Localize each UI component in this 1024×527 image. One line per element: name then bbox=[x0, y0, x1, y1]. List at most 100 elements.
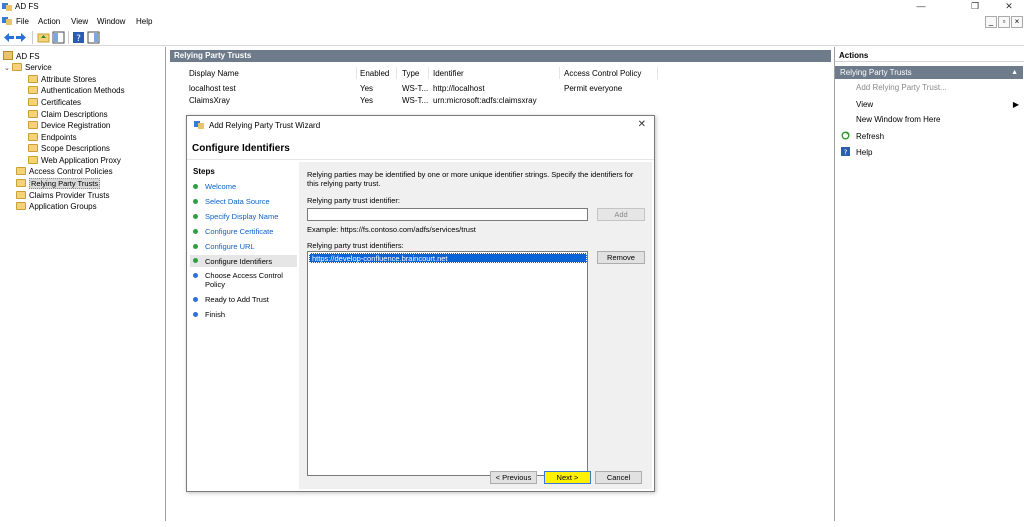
cell-access-control-policy: Permit everyone bbox=[564, 84, 623, 93]
cell-identifier: http://localhost bbox=[433, 84, 485, 93]
tree-item-device-registration[interactable]: Device Registration bbox=[28, 120, 110, 131]
up-folder-icon[interactable] bbox=[37, 31, 50, 44]
chevron-down-icon[interactable]: ⌄ bbox=[4, 63, 12, 74]
cancel-button[interactable]: Cancel bbox=[595, 471, 642, 484]
tree-item-service[interactable]: ⌄ Service bbox=[4, 62, 52, 73]
column-divider[interactable] bbox=[559, 67, 560, 79]
restore-window-button[interactable]: ❐ bbox=[960, 0, 990, 14]
dialog-heading: Configure Identifiers bbox=[192, 143, 290, 154]
folder-icon bbox=[28, 110, 38, 118]
tree-item-adfs[interactable]: AD FS bbox=[3, 51, 40, 62]
tree-item-certificates[interactable]: Certificates bbox=[28, 97, 81, 108]
refresh-icon bbox=[841, 131, 850, 140]
mdi-minimize-button[interactable]: _ bbox=[985, 16, 997, 28]
column-identifier[interactable]: Identifier bbox=[433, 69, 464, 78]
column-access-control-policy[interactable]: Access Control Policy bbox=[564, 69, 641, 78]
tree-item-access-control-policies[interactable]: Access Control Policies bbox=[16, 166, 113, 177]
tree-item-endpoints[interactable]: Endpoints bbox=[28, 132, 77, 143]
folder-icon bbox=[28, 86, 38, 94]
folder-icon bbox=[28, 98, 38, 106]
mmc-console-icon[interactable] bbox=[2, 16, 12, 26]
tree-item-relying-party-trusts[interactable]: Relying Party Trusts bbox=[16, 178, 101, 189]
remove-identifier-button[interactable]: Remove bbox=[597, 251, 645, 264]
mdi-close-button[interactable]: × bbox=[1011, 16, 1023, 28]
tree-item-attribute-stores[interactable]: Attribute Stores bbox=[28, 74, 96, 85]
column-divider[interactable] bbox=[356, 67, 357, 79]
folder-icon bbox=[28, 156, 38, 164]
column-display-name[interactable]: Display Name bbox=[189, 69, 239, 78]
column-divider[interactable] bbox=[396, 67, 397, 79]
show-hide-action-pane-icon[interactable] bbox=[87, 31, 100, 44]
identifiers-list-label: Relying party trust identifiers: bbox=[307, 241, 404, 250]
tree-item-scope-descriptions[interactable]: Scope Descriptions bbox=[28, 143, 110, 154]
wizard-icon bbox=[194, 121, 204, 129]
step-pending-dot-icon bbox=[193, 297, 198, 302]
folder-icon bbox=[16, 202, 26, 210]
dialog-titlebar: Add Relying Party Trust Wizard ✕ bbox=[187, 116, 654, 134]
console-tree: AD FS ⌄ Service Attribute Stores Authenti… bbox=[0, 47, 166, 527]
column-divider[interactable] bbox=[657, 67, 658, 79]
action-new-window-from-here[interactable]: New Window from Here bbox=[856, 115, 940, 124]
step-pending-dot-icon bbox=[193, 273, 198, 278]
submenu-arrow-icon[interactable]: ▶ bbox=[1013, 100, 1019, 109]
toolbar-separator bbox=[32, 31, 33, 44]
forward-arrow-icon[interactable] bbox=[15, 31, 28, 44]
action-add-relying-party-trust[interactable]: Add Relying Party Trust... bbox=[856, 83, 947, 92]
column-divider[interactable] bbox=[428, 67, 429, 79]
adfs-app-icon bbox=[2, 3, 12, 11]
action-help[interactable]: Help bbox=[856, 148, 872, 157]
tree-item-claim-descriptions[interactable]: Claim Descriptions bbox=[28, 109, 108, 120]
column-enabled[interactable]: Enabled bbox=[360, 69, 389, 78]
relying-party-identifier-input[interactable] bbox=[307, 208, 588, 221]
tree-item-authentication-methods[interactable]: Authentication Methods bbox=[28, 85, 125, 96]
action-refresh[interactable]: Refresh bbox=[856, 132, 884, 141]
folder-icon bbox=[28, 121, 38, 129]
step-pending-dot-icon bbox=[193, 312, 198, 317]
previous-button[interactable]: < Previous bbox=[490, 471, 537, 484]
svg-text:?: ? bbox=[844, 149, 848, 157]
mdi-restore-button[interactable]: ▫ bbox=[998, 16, 1010, 28]
menu-file[interactable]: File bbox=[16, 17, 29, 26]
svg-text:?: ? bbox=[76, 34, 81, 44]
window-title: AD FS bbox=[15, 2, 39, 11]
add-identifier-button[interactable]: Add bbox=[597, 208, 645, 221]
back-arrow-icon[interactable] bbox=[2, 31, 15, 44]
menu-window[interactable]: Window bbox=[97, 17, 125, 26]
window-titlebar: AD FS — ❐ ✕ bbox=[0, 0, 1024, 14]
menu-help[interactable]: Help bbox=[136, 17, 152, 26]
step-complete-dot-icon bbox=[193, 199, 198, 204]
example-text: Example: https://fs.contoso.com/adfs/ser… bbox=[307, 225, 476, 234]
close-window-button[interactable]: ✕ bbox=[994, 0, 1024, 14]
folder-icon bbox=[28, 144, 38, 152]
column-type[interactable]: Type bbox=[402, 69, 419, 78]
folder-icon bbox=[16, 167, 26, 175]
actions-pane: Actions Relying Party Trusts ▲ Add Relyi… bbox=[834, 47, 1024, 527]
toolbar: ? bbox=[0, 29, 1024, 46]
action-view[interactable]: View bbox=[856, 100, 873, 109]
cell-identifier: urn:microsoft:adfs:claimsxray bbox=[433, 96, 537, 105]
minimize-window-button[interactable]: — bbox=[906, 0, 936, 14]
tree-item-application-groups[interactable]: Application Groups bbox=[16, 201, 97, 212]
next-button[interactable]: Next > bbox=[544, 471, 591, 484]
step-complete-dot-icon bbox=[193, 244, 198, 249]
help-icon[interactable]: ? bbox=[72, 31, 85, 44]
menu-view[interactable]: View bbox=[71, 17, 88, 26]
actions-section-relying-party-trusts[interactable]: Relying Party Trusts ▲ bbox=[835, 66, 1023, 79]
identifiers-listbox[interactable]: https://develop-confluence.braincourt.ne… bbox=[307, 251, 588, 476]
cell-display-name: ClaimsXray bbox=[189, 96, 230, 105]
step-configure-identifiers: Configure Identifiers bbox=[190, 255, 297, 267]
identifier-input-label: Relying party trust identifier: bbox=[307, 196, 400, 205]
menu-action[interactable]: Action bbox=[38, 17, 60, 26]
folder-icon bbox=[16, 191, 26, 199]
list-item[interactable]: https://develop-confluence.braincourt.ne… bbox=[309, 253, 587, 263]
collapse-triangle-icon[interactable]: ▲ bbox=[1011, 66, 1018, 79]
dialog-close-button[interactable]: ✕ bbox=[638, 119, 646, 130]
tree-item-claims-provider-trusts[interactable]: Claims Provider Trusts bbox=[16, 190, 109, 201]
toolbar-separator bbox=[68, 31, 69, 44]
result-pane-header: Relying Party Trusts bbox=[170, 50, 831, 62]
show-hide-tree-icon[interactable] bbox=[52, 31, 65, 44]
folder-icon bbox=[28, 133, 38, 141]
cell-type: WS-T... bbox=[402, 84, 429, 93]
folder-icon bbox=[16, 179, 26, 187]
tree-item-web-application-proxy[interactable]: Web Application Proxy bbox=[28, 155, 121, 166]
